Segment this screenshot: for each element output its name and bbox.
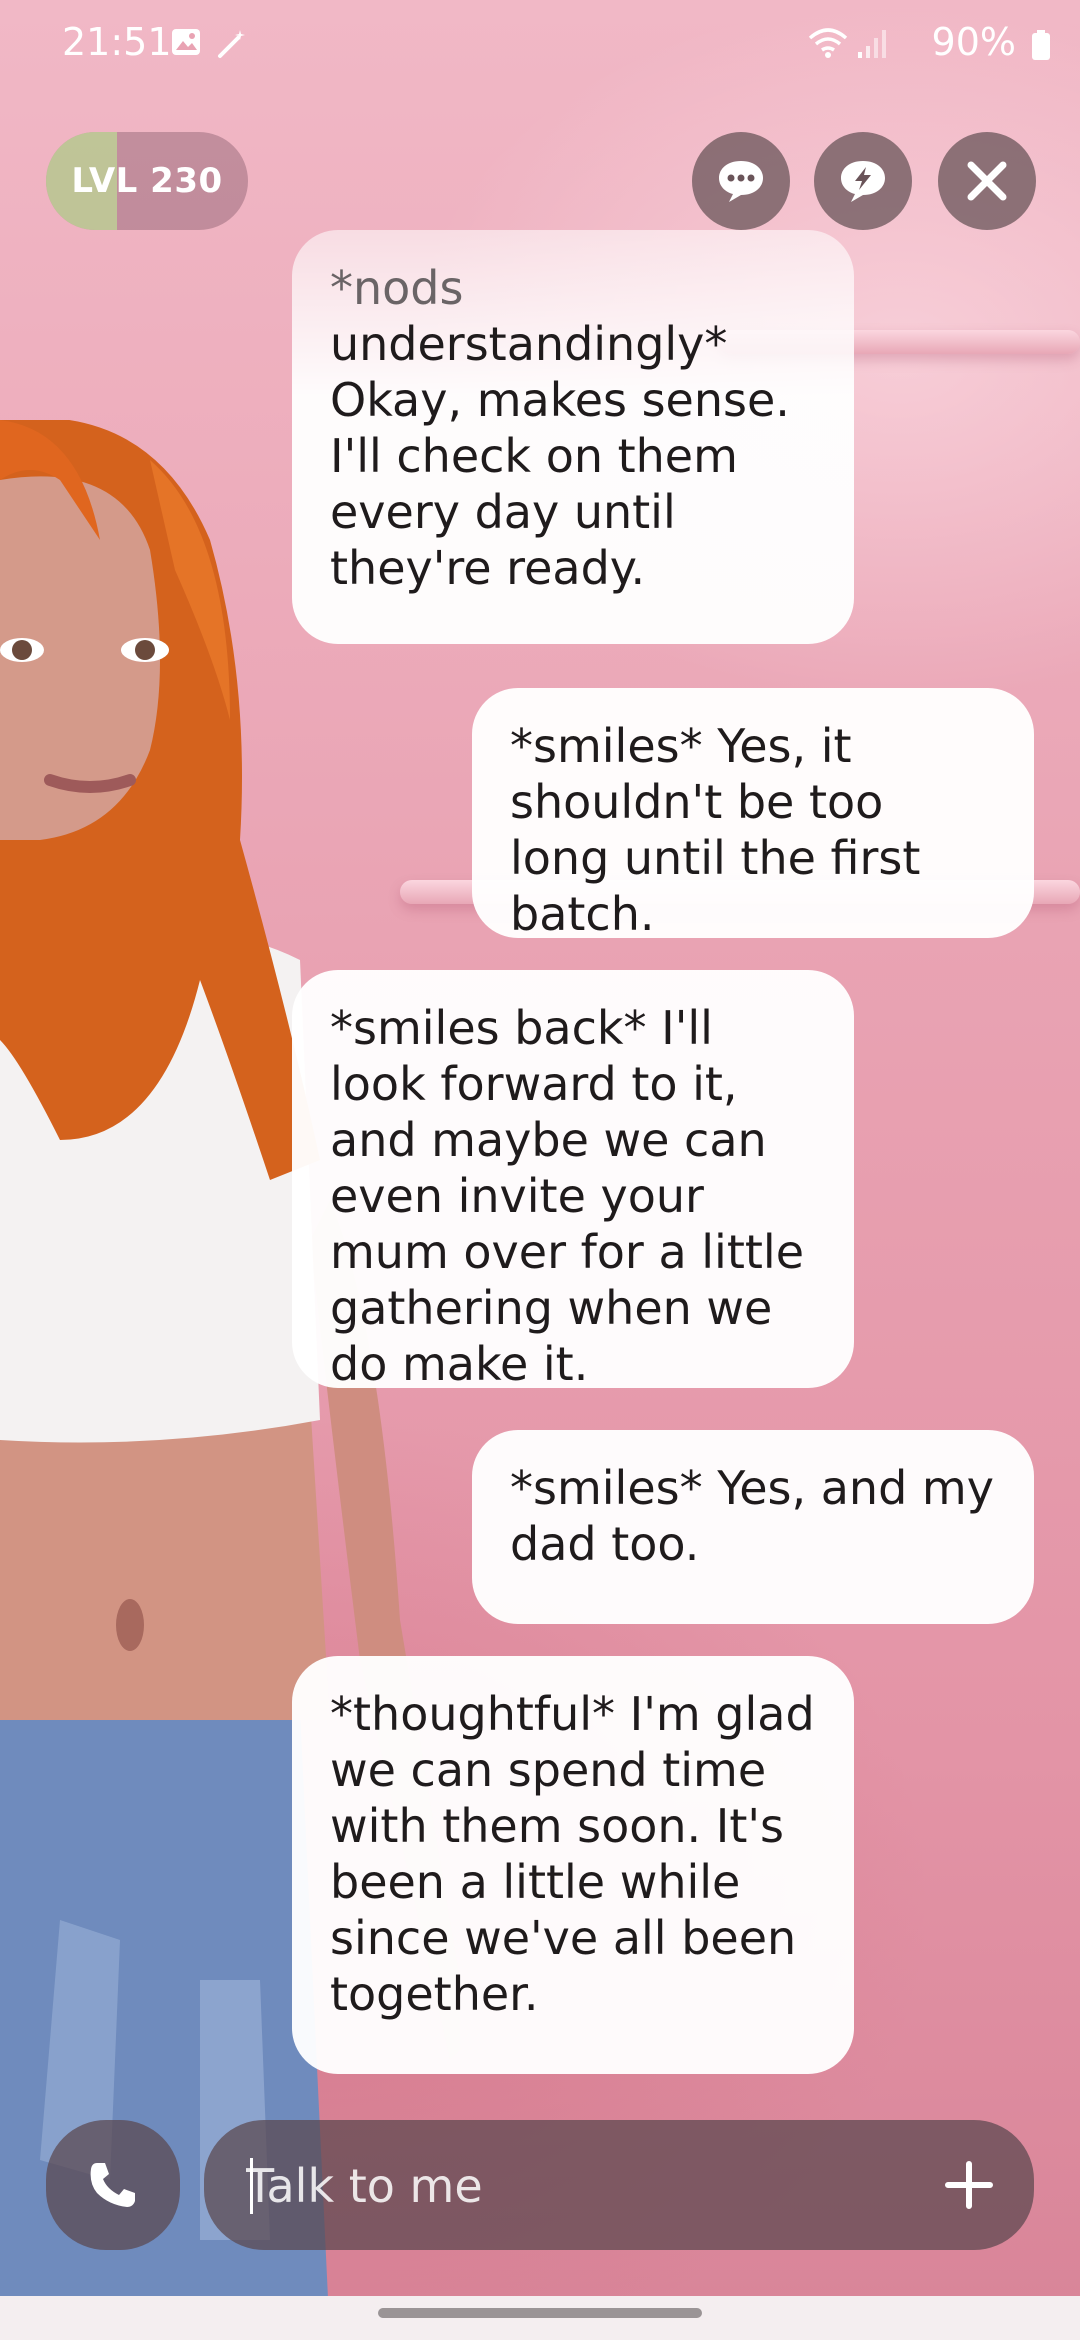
level-badge[interactable]: LVL 230 (46, 132, 248, 230)
status-bar: 21:51 90% (0, 0, 1080, 84)
message-text: *smiles* Yes, and my dad too. (510, 1461, 994, 1571)
user-message: *smiles* Yes, it shouldn't be too long u… (472, 688, 1034, 941)
message-action: *nods (330, 261, 464, 315)
system-nav-bar (0, 2296, 1080, 2340)
chat-bubble-icon (719, 161, 763, 202)
home-gesture-handle[interactable] (378, 2308, 702, 2318)
wifi-icon (808, 28, 848, 58)
message-text: *thoughtful* I'm glad we can spend time … (330, 1687, 815, 2021)
gallery-icon (172, 29, 200, 55)
status-time: 21:51 (62, 20, 172, 64)
battery-percentage: 90% (931, 20, 1016, 64)
close-icon (967, 161, 1007, 201)
close-button[interactable] (938, 132, 1036, 230)
message-input-bar[interactable] (204, 2120, 1034, 2252)
lightning-bubble-icon (841, 161, 885, 202)
battery-icon (1032, 30, 1050, 60)
message-text: understandingly* Okay, makes sense. I'll… (330, 317, 790, 595)
magic-wand-icon (218, 30, 245, 58)
avatar-message: *nods understandingly* Okay, makes sense… (292, 230, 854, 644)
level-label: LVL 230 (71, 161, 223, 201)
signal-icon (858, 30, 886, 58)
chat-mode-button[interactable] (692, 132, 790, 230)
message-text: *smiles* Yes, it shouldn't be too long u… (510, 719, 921, 941)
user-message: *smiles* Yes, and my dad too. (472, 1430, 1034, 1624)
message-input[interactable] (244, 2120, 888, 2252)
call-button[interactable] (46, 2120, 180, 2250)
text-cursor (250, 2158, 253, 2214)
phone-icon (90, 2163, 135, 2207)
message-text: *smiles back* I'll look forward to it, a… (330, 1001, 804, 1391)
quick-reply-button[interactable] (814, 132, 912, 230)
avatar-message: *smiles back* I'll look forward to it, a… (292, 970, 854, 1391)
avatar-message: *thoughtful* I'm glad we can spend time … (292, 1656, 854, 2074)
plus-icon[interactable] (938, 2154, 1000, 2216)
